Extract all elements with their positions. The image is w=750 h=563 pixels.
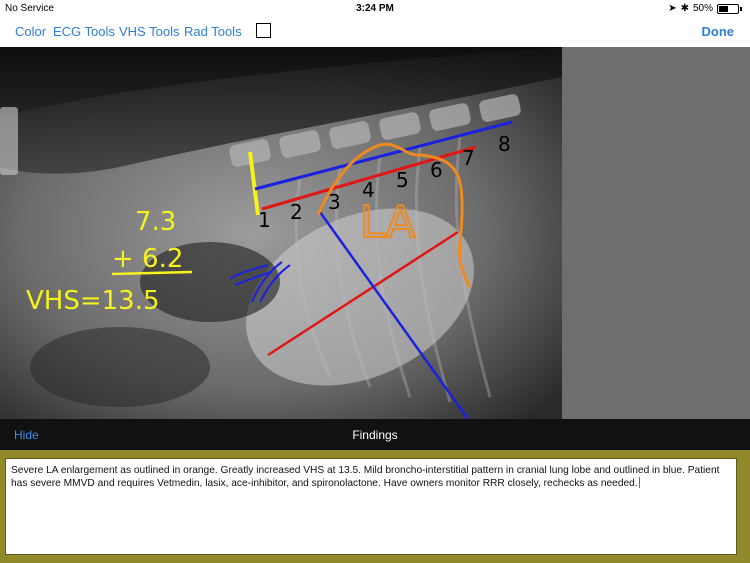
battery-percent: 50% — [692, 3, 713, 14]
status-bar: No Service 3:24 PM ➤ ✱ 50% — [0, 0, 750, 16]
vhs-result: VHS=13.5 — [26, 286, 160, 316]
text-caret — [638, 477, 640, 488]
vertebra-number: 3 — [328, 190, 341, 214]
vertebra-number: 1 — [258, 208, 271, 232]
lower-dark-area — [30, 327, 210, 407]
vertebra-number: 6 — [430, 158, 443, 182]
battery-icon — [717, 3, 739, 14]
location-icon: ➤ — [668, 3, 677, 14]
battery-cap — [740, 6, 742, 11]
status-right: ➤ ✱ 50% — [668, 3, 742, 14]
findings-bar: Hide Findings — [0, 419, 750, 450]
done-button[interactable]: Done — [702, 24, 735, 39]
calc-top: 7.3 — [135, 207, 176, 237]
vertebra-number: 2 — [290, 200, 303, 224]
image-canvas[interactable]: 12345678 LA 7.3 + 6.2 VHS=13.5 — [0, 47, 750, 420]
findings-frame: Severe LA enlargement as outlined in ora… — [0, 450, 750, 563]
vhs-tools-button[interactable]: VHS Tools — [119, 24, 179, 39]
vertebra-number: 7 — [462, 146, 475, 170]
empty-canvas-area — [562, 47, 750, 419]
la-label: LA — [360, 197, 416, 248]
overlay-checkbox[interactable] — [256, 23, 271, 38]
ecg-tools-button[interactable]: ECG Tools — [53, 24, 115, 39]
findings-text: Severe LA enlargement as outlined in ora… — [11, 465, 720, 489]
battery-fill — [719, 5, 728, 12]
rad-tools-button[interactable]: Rad Tools — [184, 24, 242, 39]
positioning-device — [0, 107, 18, 175]
color-button[interactable]: Color — [15, 24, 46, 39]
calc-add: + 6.2 — [112, 244, 183, 274]
toolbar: Color ECG Tools VHS Tools Rad Tools Done — [0, 16, 750, 46]
clock-label: 3:24 PM — [356, 3, 394, 14]
findings-textarea[interactable]: Severe LA enlargement as outlined in ora… — [5, 458, 737, 555]
radiograph-svg[interactable]: 1 2 3 4 5 6 78 LA 7.3 + 6.2 VHS=13.5 — [0, 47, 750, 420]
vertebra-number: 5 — [396, 168, 409, 192]
bluetooth-icon: ✱ — [680, 3, 689, 14]
findings-title: Findings — [352, 428, 398, 442]
vertebra-number: 8 — [498, 132, 511, 156]
